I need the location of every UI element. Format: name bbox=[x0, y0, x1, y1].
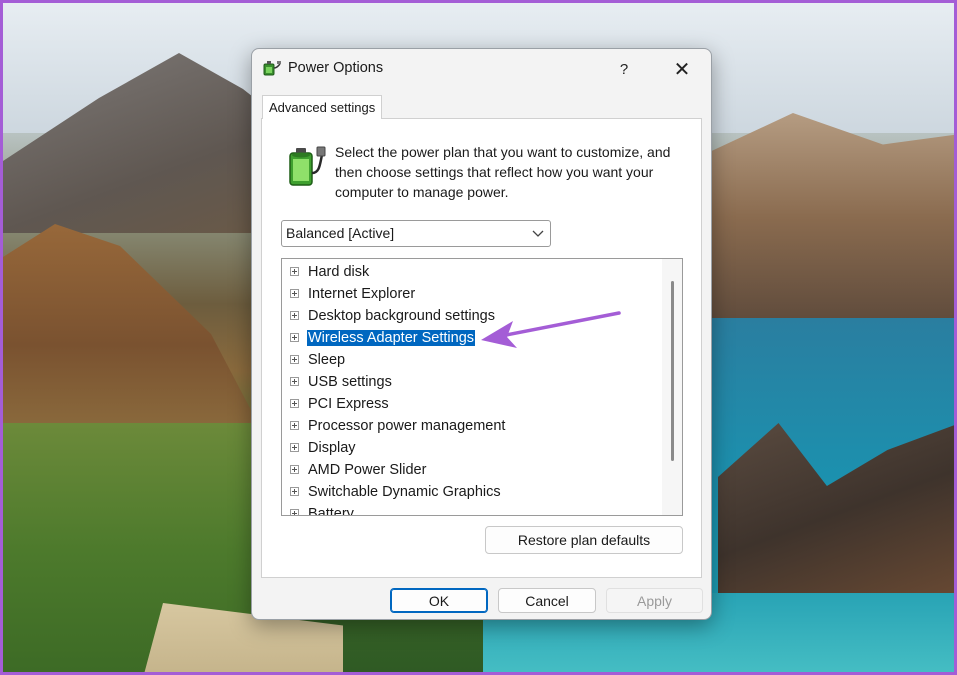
tree-expand-plus-icon[interactable] bbox=[290, 289, 299, 298]
ok-button[interactable]: OK bbox=[390, 588, 488, 613]
sea bbox=[703, 318, 954, 672]
tree-expand-plus-icon[interactable] bbox=[290, 267, 299, 276]
tree-item-label: AMD Power Slider bbox=[308, 462, 427, 478]
tree-expand-plus-icon[interactable] bbox=[290, 509, 299, 515]
tree-item-label: USB settings bbox=[308, 374, 392, 390]
plan-description: Select the power plan that you want to c… bbox=[335, 144, 671, 200]
tree-expand-plus-icon[interactable] bbox=[290, 465, 299, 474]
scrollbar-thumb[interactable] bbox=[671, 281, 674, 461]
chevron-down-icon bbox=[532, 230, 544, 237]
tree-item[interactable]: PCI Express bbox=[282, 393, 662, 415]
tree-expand-plus-icon[interactable] bbox=[290, 487, 299, 496]
tree-expand-plus-icon[interactable] bbox=[290, 377, 299, 386]
restore-plan-defaults-button[interactable]: Restore plan defaults bbox=[485, 526, 683, 554]
help-button[interactable]: ? bbox=[608, 53, 640, 85]
power-plan-select[interactable]: Balanced [Active] bbox=[281, 220, 551, 247]
tree-item-label: Hard disk bbox=[308, 264, 370, 280]
tree-item[interactable]: Wireless Adapter Settings bbox=[282, 327, 662, 349]
power-plan-selected-value: Balanced [Active] bbox=[286, 225, 395, 241]
tree-expand-plus-icon[interactable] bbox=[290, 355, 299, 364]
tab-advanced-settings[interactable]: Advanced settings bbox=[262, 95, 383, 119]
settings-tree-list: Hard disk Internet Explorer Desktop backgr… bbox=[282, 261, 662, 516]
tree-item-label: Desktop background settings bbox=[308, 308, 495, 324]
tree-item-label: Display bbox=[308, 440, 356, 456]
battery-plug-icon bbox=[289, 146, 326, 186]
tree-item[interactable]: Processor power management bbox=[282, 415, 662, 437]
tree-item[interactable]: Internet Explorer bbox=[282, 283, 662, 305]
tree-expand-plus-icon[interactable] bbox=[290, 421, 299, 430]
close-button[interactable]: ✕ bbox=[662, 53, 702, 85]
tree-item[interactable]: Sleep bbox=[282, 349, 662, 371]
tree-item[interactable]: Battery bbox=[282, 503, 662, 516]
power-options-icon bbox=[263, 61, 281, 76]
distant-hills bbox=[703, 113, 954, 323]
apply-button[interactable]: Apply bbox=[606, 588, 703, 613]
tree-item-label: Wireless Adapter Settings bbox=[305, 329, 477, 347]
tree-item[interactable]: Desktop background settings bbox=[282, 305, 662, 327]
power-options-dialog: Power Options ? ✕ Advanced settings Sele… bbox=[251, 48, 712, 620]
desktop-background: Power Options ? ✕ Advanced settings Sele… bbox=[0, 0, 957, 675]
tree-item-label: Processor power management bbox=[308, 418, 506, 434]
tree-item[interactable]: Switchable Dynamic Graphics bbox=[282, 481, 662, 503]
tree-item[interactable]: USB settings bbox=[282, 371, 662, 393]
tree-item[interactable]: Hard disk bbox=[282, 261, 662, 283]
tree-item-label: Sleep bbox=[308, 352, 346, 368]
advanced-settings-panel: Select the power plan that you want to c… bbox=[261, 118, 702, 578]
vegetation bbox=[3, 423, 273, 672]
tree-item-label: Internet Explorer bbox=[308, 286, 416, 302]
tree-item[interactable]: AMD Power Slider bbox=[282, 459, 662, 481]
tree-expand-plus-icon[interactable] bbox=[290, 311, 299, 320]
hill bbox=[3, 224, 263, 433]
tree-expand-plus-icon[interactable] bbox=[290, 399, 299, 408]
tree-scrollbar[interactable] bbox=[662, 259, 682, 515]
tree-expand-plus-icon[interactable] bbox=[290, 443, 299, 452]
tree-item-label: Switchable Dynamic Graphics bbox=[308, 484, 501, 500]
rock-formation bbox=[718, 423, 954, 603]
tree-expand-plus-icon[interactable] bbox=[290, 333, 299, 342]
tree-item-label: Battery bbox=[308, 506, 354, 516]
dialog-title: Power Options bbox=[288, 60, 384, 76]
settings-tree[interactable]: Hard disk Internet Explorer Desktop backgr… bbox=[281, 258, 683, 516]
tree-item[interactable]: Display bbox=[282, 437, 662, 459]
cancel-button[interactable]: Cancel bbox=[498, 588, 596, 613]
tree-item-label: PCI Express bbox=[308, 396, 389, 412]
title-bar[interactable]: Power Options ? ✕ bbox=[252, 49, 711, 89]
